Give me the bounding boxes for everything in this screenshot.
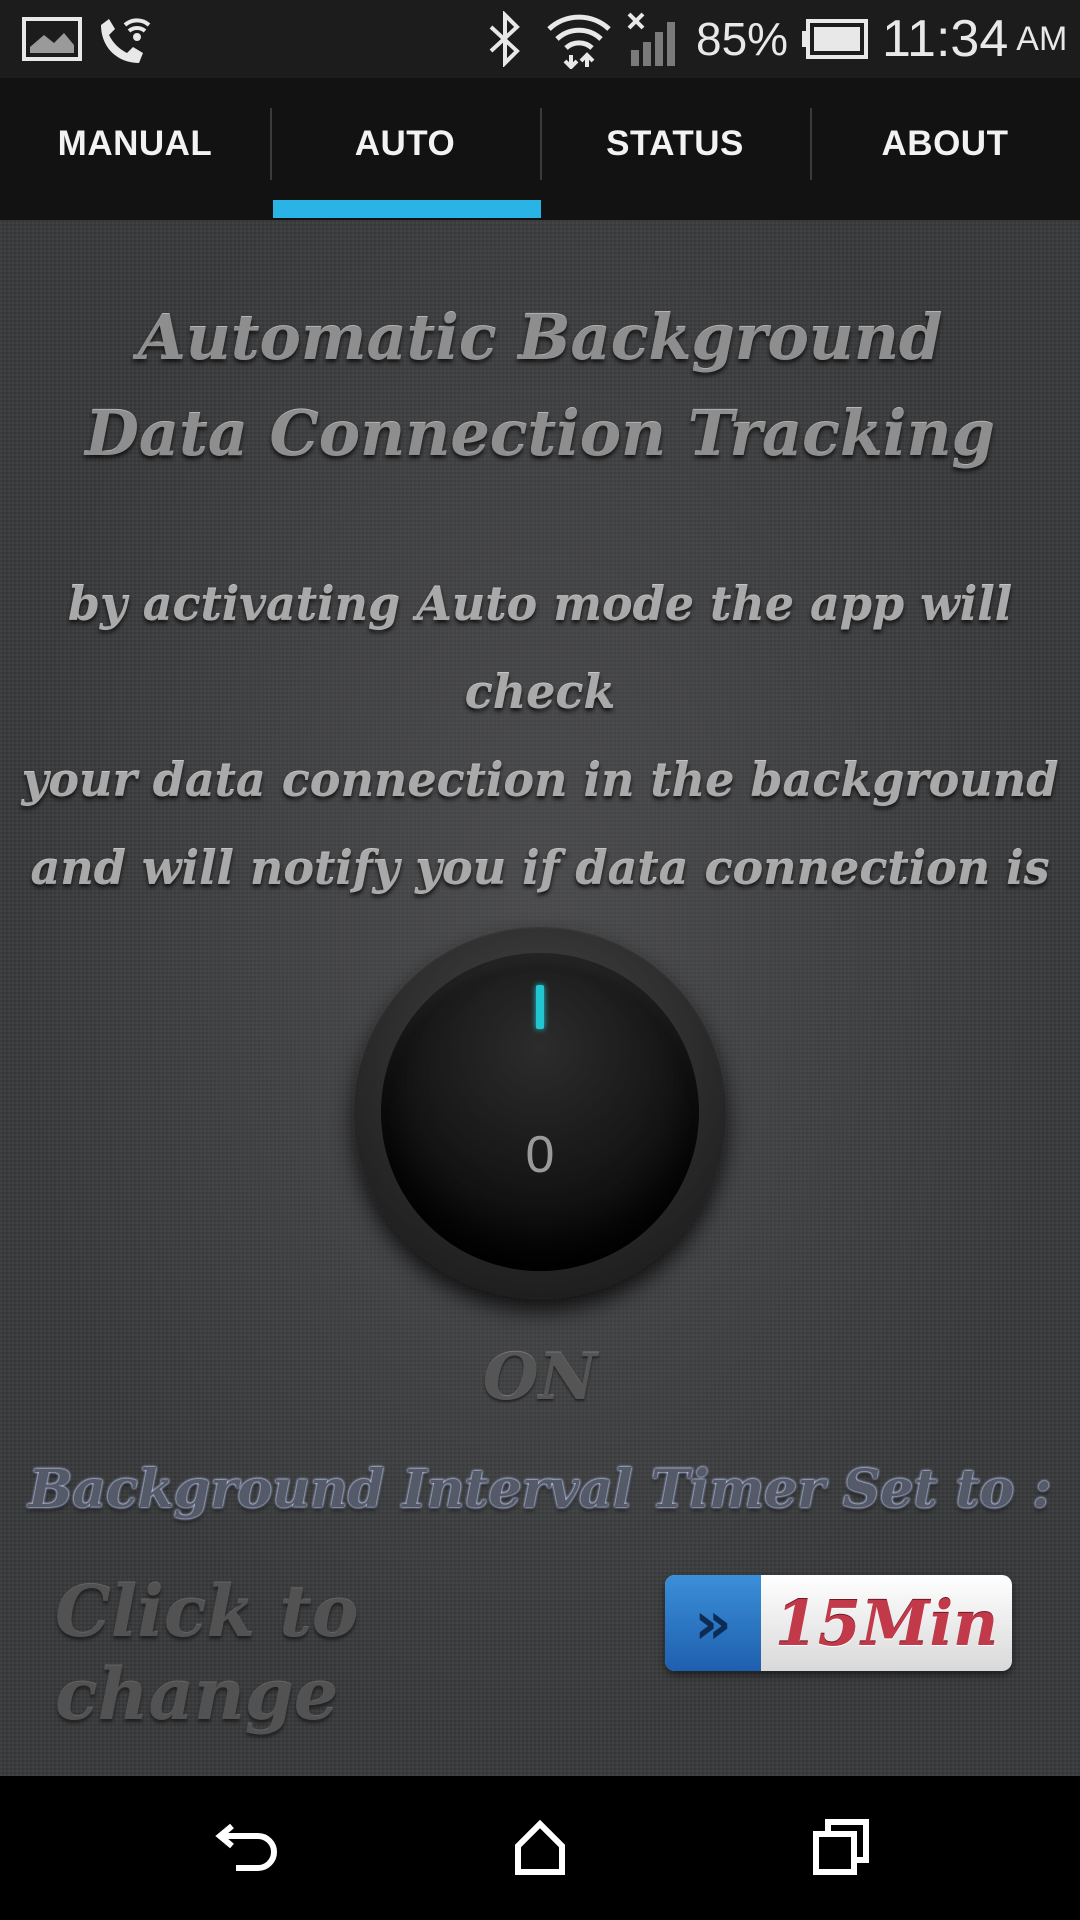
signal-icon (625, 0, 683, 78)
clock-time: 11:34 (882, 10, 1009, 68)
state-label: ON (482, 1340, 598, 1415)
wifi-icon (545, 0, 613, 78)
timer-value: 15Min (774, 1586, 999, 1660)
clock-ampm: AM (1016, 19, 1068, 58)
gallery-notification-icon (22, 0, 82, 78)
description-line: by activating Auto mode the app will che… (67, 577, 1013, 719)
tab-manual[interactable]: MANUAL (0, 78, 270, 220)
tab-bar: MANUAL AUTO STATUS ABOUT (0, 78, 1080, 220)
battery-percent: 85% (696, 13, 789, 65)
interval-label: Background Interval Timer Set to : (28, 1459, 1052, 1520)
auto-panel: Automatic Background Data Connection Tra… (0, 220, 1080, 1776)
page-title: Automatic Background Data Connection Tra… (0, 290, 1080, 482)
description-line: your data connection in the background (21, 753, 1059, 807)
title-line: Data Connection Tracking (85, 397, 995, 470)
interval-timer-button[interactable]: » 15Min (665, 1575, 1012, 1671)
title-line: Automatic Background (137, 301, 943, 374)
navigation-bar (0, 1776, 1080, 1920)
click-to-change-label: Click to change (55, 1570, 359, 1736)
back-icon[interactable] (200, 1808, 280, 1888)
knob-off-mark: 0 (525, 1126, 555, 1184)
tab-auto[interactable]: AUTO (270, 78, 540, 220)
bluetooth-icon (485, 0, 525, 78)
clock: 11:34 AM (882, 0, 1067, 78)
auto-mode-knob[interactable]: 0 (353, 925, 727, 1299)
battery-icon (800, 0, 868, 78)
tab-about[interactable]: ABOUT (810, 78, 1080, 220)
home-icon[interactable] (500, 1808, 580, 1888)
recent-apps-icon[interactable] (800, 1808, 880, 1888)
wifi-calling-icon (95, 0, 157, 78)
tab-status[interactable]: STATUS (540, 78, 810, 220)
double-chevron-right-icon: » (665, 1575, 761, 1671)
knob-on-mark (536, 985, 544, 1029)
tab-indicator (273, 200, 541, 218)
status-bar: 85% 11:34 AM (0, 0, 1080, 78)
